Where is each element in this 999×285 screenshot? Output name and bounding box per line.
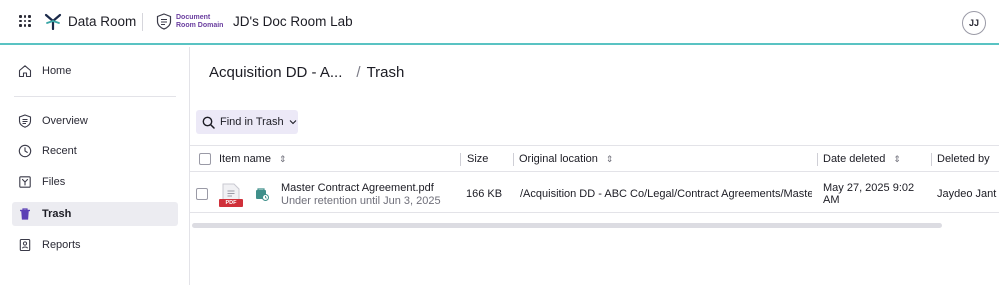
row-checkbox[interactable] [196,188,208,200]
column-header-deleted-by[interactable]: Deleted by [937,146,990,172]
retention-lock-icon [256,188,269,201]
row-select-cell [196,188,208,200]
sidebar-item-label: Home [42,65,72,77]
sidebar-item-label: Overview [42,115,88,127]
column-resize-handle[interactable] [931,153,932,166]
chevron-down-icon [289,120,296,125]
overview-icon [18,114,32,128]
room-title: JD's Doc Room Lab [233,14,353,29]
sidebar-item-label: Reports [42,239,81,251]
sidebar-item-label: Files [42,176,66,188]
brand[interactable]: Data Room [44,12,136,30]
date-deleted: May 27, 2025 9:02 AM [823,182,914,206]
select-all-cell [199,146,211,172]
domain-logo-line1: Document [176,13,211,21]
column-header-label: Item name [219,153,271,165]
trash-icon [20,208,30,220]
files-icon [19,176,31,188]
breadcrumb-separator: / [356,64,361,81]
reports-icon [19,238,31,252]
avatar[interactable]: JJ [962,11,986,35]
breadcrumb-current: Trash [366,64,405,81]
retention-status: Under retention until Jun 3, 2025 [281,195,441,207]
sidebar-item-home[interactable]: Home [12,59,178,83]
file-size: 166 KB [466,188,503,200]
sidebar-item-overview[interactable]: Overview [12,109,178,133]
original-location: /Acquisition DD - ABC Co/Legal/Contract … [520,188,812,200]
column-header-item-name[interactable]: Item name ⇕ [219,146,287,172]
sidebar: Home Overview Recent Files Trash Reports [0,47,190,285]
pdf-file-icon: PDF [219,183,243,207]
date-deleted-line2: AM [823,194,840,206]
date-deleted-line1: May 27, 2025 9:02 [823,182,915,194]
column-header-label: Date deleted [823,153,886,165]
item-name[interactable]: Master Contract Agreement.pdf [281,182,434,194]
clock-icon [18,144,32,158]
column-header-label: Original location [519,153,598,165]
app-grid-icon[interactable] [19,15,31,27]
sort-icon[interactable]: ⇕ [279,154,287,164]
sidebar-divider [14,96,176,97]
sort-icon[interactable]: ⇕ [606,154,614,164]
column-resize-handle[interactable] [460,153,461,166]
sidebar-item-label: Recent [42,145,77,157]
sidebar-item-label: Trash [42,208,72,220]
column-resize-handle[interactable] [513,153,514,166]
column-header-size[interactable]: Size [467,146,488,172]
file-type-badge: PDF [219,199,243,207]
sort-icon[interactable]: ⇕ [893,154,901,164]
app-name: Data Room [68,13,137,29]
horizontal-scrollbar[interactable] [192,223,942,228]
column-header-label: Deleted by [937,153,990,165]
shield-logo-icon [156,13,172,30]
home-icon [18,65,32,78]
data-room-logo-icon [44,13,62,30]
domain-logo: Document Room Domain [156,13,223,30]
find-in-trash-button[interactable]: Find in Trash [196,110,298,134]
column-header-label: Size [467,153,489,165]
column-header-date-deleted[interactable]: Date deleted ⇕ [823,146,901,172]
table-row[interactable]: PDF Master Contract Agreement.pdf Under … [190,173,999,213]
column-resize-handle[interactable] [817,153,818,166]
column-header-original-location[interactable]: Original location ⇕ [519,146,613,172]
sidebar-item-files[interactable]: Files [12,170,178,194]
search-icon [202,116,215,129]
domain-logo-line2: Room Domain [176,21,224,29]
breadcrumb-parent[interactable]: Acquisition DD - A... [209,64,342,81]
table-header: Item name ⇕ Size Original location ⇕ Dat… [190,145,999,172]
sidebar-item-reports[interactable]: Reports [12,233,178,257]
select-all-checkbox[interactable] [199,153,211,165]
top-bar: Data Room Document Room Domain JD's Doc … [0,0,999,45]
sidebar-item-recent[interactable]: Recent [12,139,178,163]
breadcrumb: Acquisition DD - A... / Trash [209,64,404,81]
find-in-trash-label: Find in Trash [220,116,284,128]
deleted-by: Jaydeo Jant [937,188,997,200]
sidebar-item-trash[interactable]: Trash [12,202,178,226]
header-divider [142,13,143,31]
